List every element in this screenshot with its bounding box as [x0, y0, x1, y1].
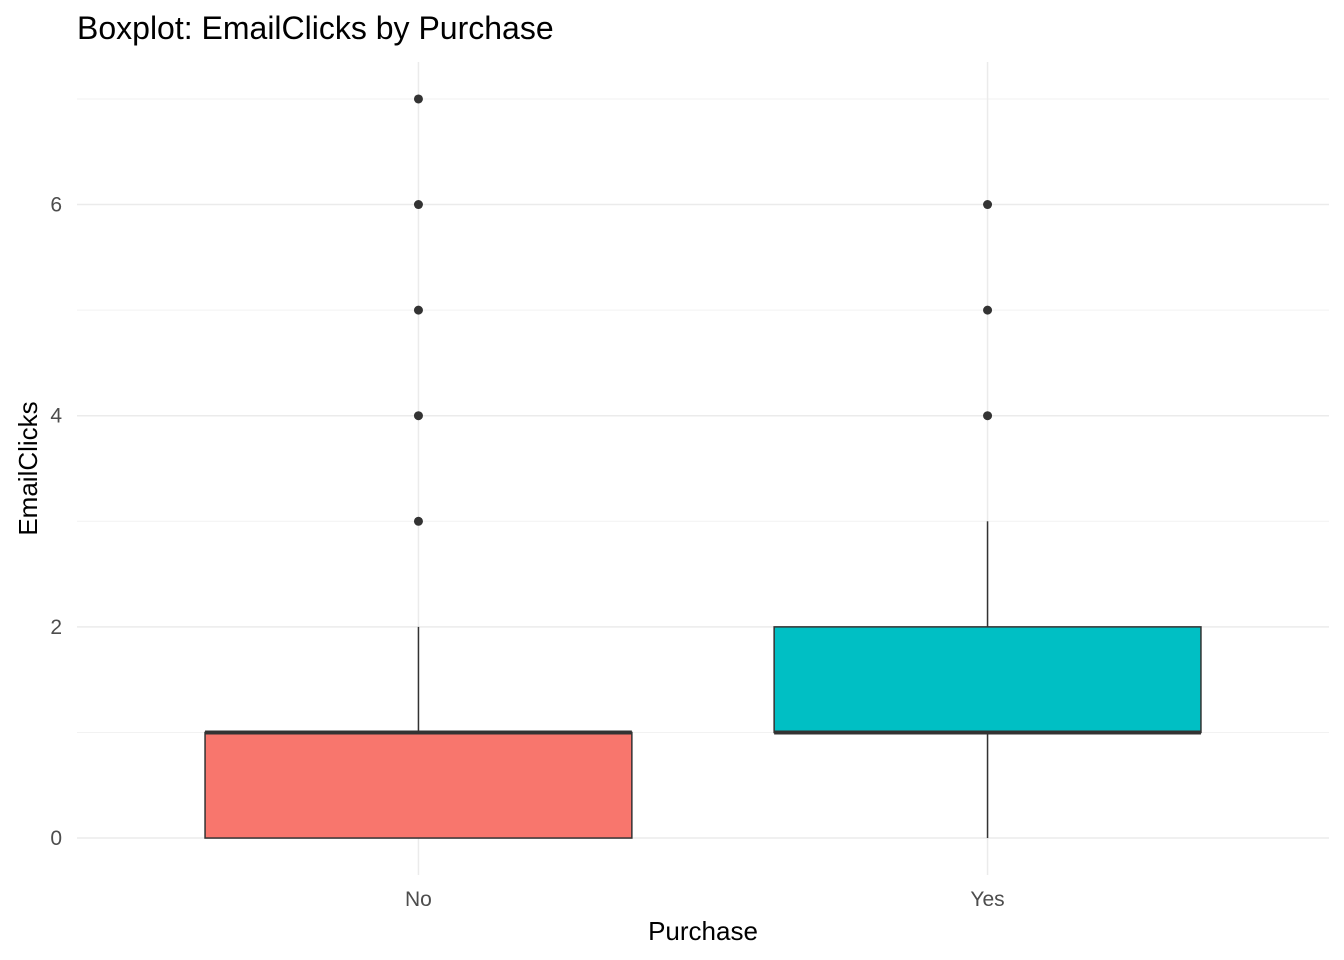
outlier-point: [413, 200, 423, 210]
outlier-point: [983, 305, 993, 315]
y-tick-label: 2: [50, 616, 62, 639]
x-tick-label: Yes: [970, 888, 1004, 911]
outlier-point: [983, 411, 993, 421]
box-yes: [773, 626, 1202, 734]
y-tick-label: 6: [50, 194, 62, 217]
x-tick-label: No: [405, 888, 432, 911]
box-no: [204, 731, 633, 839]
y-axis-label: EmailClicks: [13, 401, 43, 535]
outlier-point: [983, 200, 993, 210]
outlier-point: [413, 411, 423, 421]
y-tick-label: 0: [50, 827, 62, 850]
boxplot-chart: 0 2 4 6 No Yes Purchase EmailClicks: [13, 62, 1329, 946]
x-axis-label: Purchase: [648, 916, 758, 946]
outlier-point: [413, 516, 423, 526]
outlier-point: [413, 94, 423, 104]
outlier-point: [413, 305, 423, 315]
y-tick-label: 4: [50, 405, 62, 428]
